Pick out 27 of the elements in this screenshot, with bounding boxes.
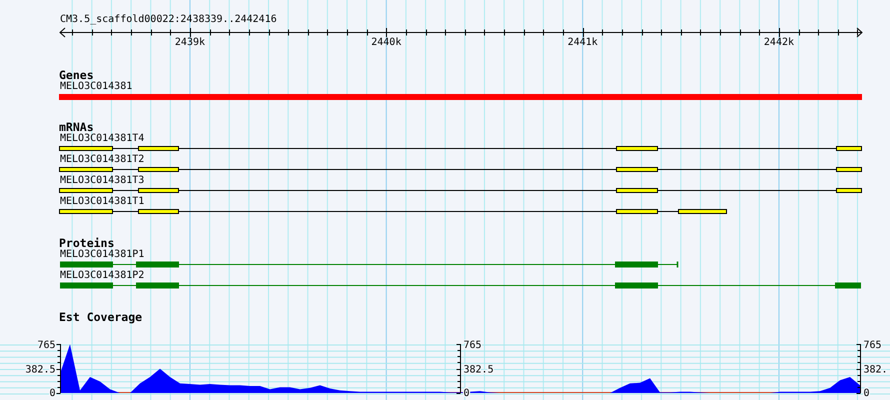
feature-label: MELO3C014381T2 [60,154,144,166]
region-label: CM3.5_scaffold00022:2438339..2442416 [59,14,278,26]
feature-label: MELO3C014381T4 [60,133,144,145]
tick-label: 2442k [764,37,794,48]
feature-label: MELO3C014381P2 [60,270,144,282]
axis-label: 0 [864,388,870,397]
track-title: Est Coverage [59,311,142,323]
axis-label: 765 [864,340,882,351]
axis-label: 382.5 [25,364,56,376]
axis-label: 765 [37,340,56,351]
axis-label: 382.5 [464,364,494,376]
feature-label: MELO3C014381 [60,81,132,93]
track-title: Genes [59,69,94,81]
axis-label: 0 [49,388,56,397]
feature-label: MELO3C014381T3 [60,175,144,187]
y-axis [456,344,461,394]
track-title: mRNAs [59,121,94,133]
feature-label: MELO3C014381P1 [60,249,144,261]
axis-label: 382. [864,364,888,376]
axis-label: 765 [464,340,482,351]
y-axis [856,344,861,394]
tick-label: 2440k [371,37,402,48]
tick-label: 2439k [174,37,206,48]
y-axis [56,344,61,394]
feature-label: MELO3C014381T1 [60,196,144,208]
track-title: Proteins [59,237,114,249]
tick-label: 2441k [568,37,598,48]
